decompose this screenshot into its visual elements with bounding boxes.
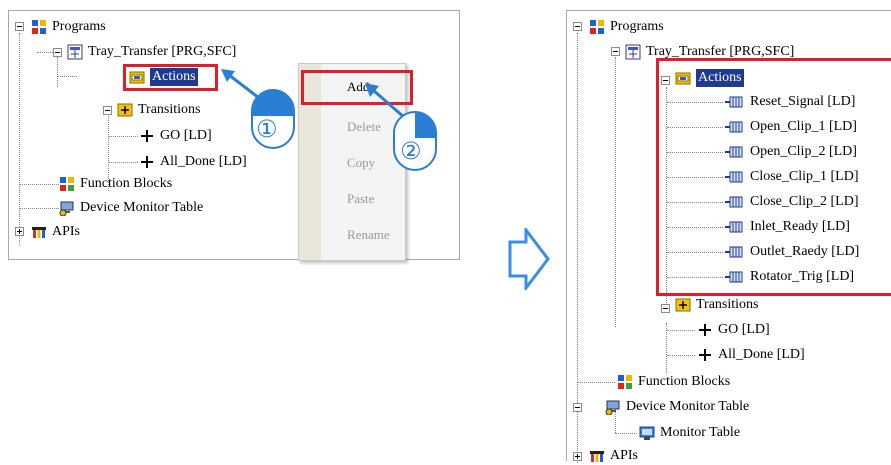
tree-label-programs: Programs <box>52 19 106 34</box>
tree-label-programs: Programs <box>610 19 664 34</box>
tree-label-apis: APIs <box>610 448 639 463</box>
transition-icon <box>139 154 155 170</box>
menu-item-rename[interactable]: Rename <box>347 227 390 243</box>
device-monitor-icon <box>605 399 621 415</box>
tree-label-function-blocks: Function Blocks <box>80 176 173 191</box>
tree-node-device-monitor-table[interactable]: Device Monitor Table <box>59 199 203 217</box>
tree-label-transitions: Transitions <box>696 297 759 312</box>
step2-label: ② <box>400 137 422 165</box>
right-tree-panel: Programs Tray_Transfer [PRG,SFC] Actions… <box>566 10 891 463</box>
function-blocks-icon <box>617 374 633 390</box>
collapse-programs-toggle[interactable] <box>15 22 24 31</box>
apis-icon <box>589 448 605 464</box>
tree-node-function-blocks[interactable]: Function Blocks <box>577 373 731 391</box>
tree-node-programs[interactable]: Programs <box>31 18 106 36</box>
tree-label-monitor-table: Monitor Table <box>660 425 741 440</box>
transition-folder-icon <box>675 297 691 313</box>
transition-icon <box>697 322 713 338</box>
tree-label-apis: APIs <box>52 224 81 239</box>
transition-icon <box>697 347 713 363</box>
tree-node-tray-transfer[interactable]: Tray_Transfer [PRG,SFC] <box>67 43 236 61</box>
expand-apis-toggle[interactable] <box>15 227 24 236</box>
tree-label-device-monitor-table: Device Monitor Table <box>80 200 204 215</box>
tree-node-function-blocks[interactable]: Function Blocks <box>59 175 172 193</box>
transition-folder-icon <box>117 102 133 118</box>
programs-icon <box>31 19 47 35</box>
collapse-tray-transfer-toggle[interactable] <box>611 47 620 56</box>
tree-node-go[interactable]: GO [LD] <box>667 321 770 339</box>
tree-node-transitions[interactable]: Transitions <box>675 296 759 314</box>
tree-label-go: GO [LD] <box>718 322 770 337</box>
collapse-transitions-toggle[interactable] <box>103 106 112 115</box>
collapse-programs-toggle[interactable] <box>573 22 582 31</box>
monitor-table-icon <box>639 425 655 441</box>
tree-node-all-done[interactable]: All_Done [LD] <box>667 346 805 364</box>
function-blocks-icon <box>59 176 75 192</box>
actions-highlight-box <box>123 64 218 91</box>
tree-node-apis[interactable]: APIs <box>589 447 638 465</box>
sfc-program-icon <box>67 44 83 60</box>
collapse-device-monitor-toggle[interactable] <box>573 403 582 412</box>
tree-label-device-monitor-table: Device Monitor Table <box>626 399 750 414</box>
tree-node-transitions[interactable]: Transitions <box>117 101 201 119</box>
actions-list-highlight-box <box>656 58 891 296</box>
device-monitor-icon <box>59 200 75 216</box>
tree-label-all-done: All_Done [LD] <box>718 347 805 362</box>
big-right-arrow-icon <box>508 228 550 290</box>
tree-label-function-blocks: Function Blocks <box>638 374 731 389</box>
apis-icon <box>31 224 47 240</box>
transition-icon <box>139 128 155 144</box>
sfc-program-icon <box>625 44 641 60</box>
collapse-transitions-toggle[interactable] <box>661 304 670 313</box>
tree-node-device-monitor-table[interactable]: Device Monitor Table <box>605 398 749 416</box>
tree-label-transitions: Transitions <box>138 102 201 117</box>
tree-node-programs[interactable]: Programs <box>589 18 664 36</box>
collapse-tray-transfer-toggle[interactable] <box>53 48 62 57</box>
tree-node-apis[interactable]: APIs <box>31 223 80 241</box>
tree-node-monitor-table[interactable]: Monitor Table <box>615 424 741 442</box>
expand-apis-toggle[interactable] <box>573 452 582 461</box>
tree-label-tray-transfer: Tray_Transfer [PRG,SFC] <box>88 44 237 59</box>
tree-node-go[interactable]: GO [LD] <box>139 127 212 145</box>
tree-label-go: GO [LD] <box>160 128 212 143</box>
step1-label: ① <box>256 115 278 143</box>
menu-item-paste[interactable]: Paste <box>347 191 374 207</box>
programs-icon <box>589 19 605 35</box>
